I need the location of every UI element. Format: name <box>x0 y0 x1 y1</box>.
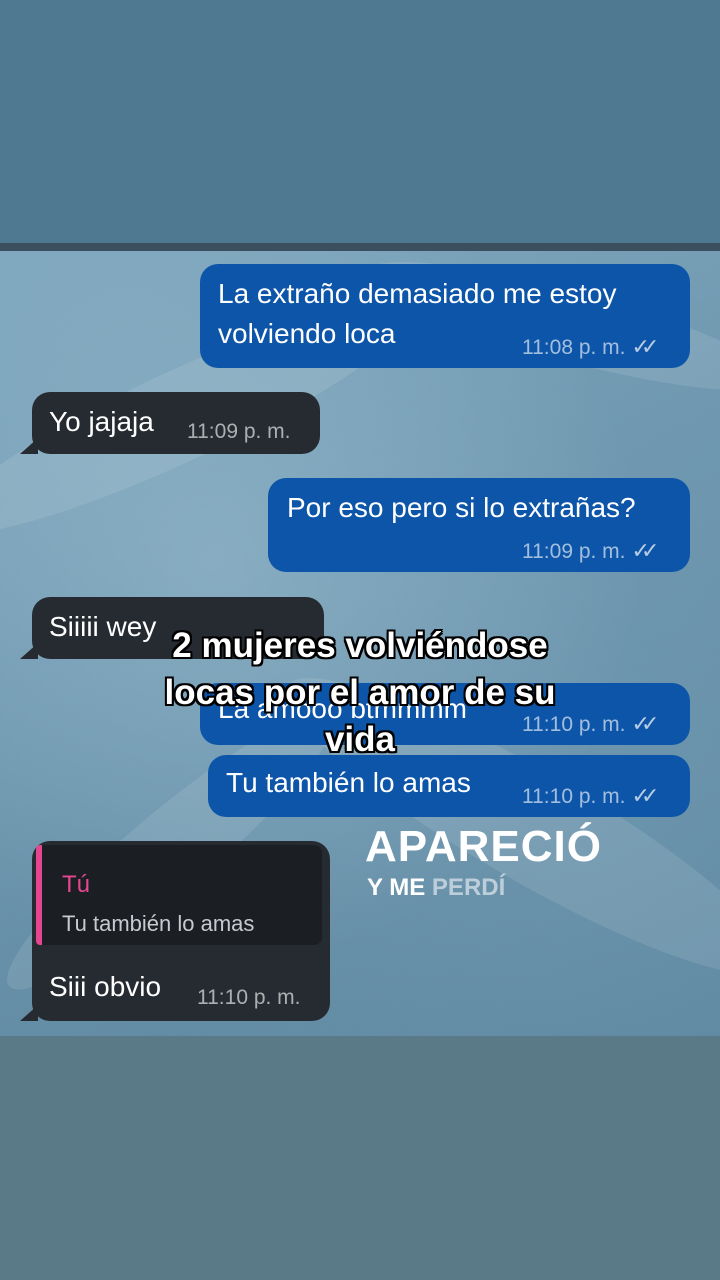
caption-line: vida <box>324 720 396 759</box>
bubble-tail <box>20 1005 38 1021</box>
message-time: 11:08 p. m. ✓✓ <box>522 334 660 360</box>
reply-accent-bar <box>36 845 42 945</box>
divider-bar <box>0 243 720 251</box>
sticker-subtitle-faded: PERDÍ <box>431 874 506 901</box>
caption-line: locas por el amor de su <box>164 673 556 712</box>
message-bubble-incoming[interactable]: Yo jajaja 11:09 p. m. <box>32 392 320 454</box>
double-check-icon: ✓✓ <box>631 783 660 808</box>
message-bubble-outgoing[interactable]: Tu también lo amas 11:10 p. m. ✓✓ <box>208 755 690 817</box>
message-time: 11:10 p. m. ✓✓ <box>522 783 660 809</box>
video-caption: 2 mujeres volviéndose locas por el amor … <box>150 622 570 763</box>
message-time: 11:09 p. m. <box>187 420 291 443</box>
sticker-title: APARECIÓ <box>365 822 602 871</box>
message-text: Yo jajaja <box>49 406 154 437</box>
reply-text: Tu también lo amas <box>62 911 255 936</box>
message-text: Siiiii wey <box>49 611 157 642</box>
message-time: 11:09 p. m. ✓✓ <box>522 538 660 564</box>
time-label: 11:08 p. m. <box>522 336 626 359</box>
message-text: Por eso pero si lo extrañas? <box>287 492 636 523</box>
time-label: 11:10 p. m. <box>522 785 626 808</box>
double-check-icon: ✓✓ <box>631 538 660 563</box>
message-text: Tu también lo amas <box>226 767 471 798</box>
message-bubble-incoming-reply[interactable]: Tú Tu también lo amas Siii obvio 11:10 p… <box>32 841 330 1021</box>
reply-author: Tú <box>62 871 91 898</box>
caption-line: 2 mujeres volviéndose <box>172 626 548 665</box>
bottom-blank-area <box>0 1036 720 1280</box>
bubble-tail <box>20 643 38 659</box>
double-check-icon: ✓✓ <box>631 334 660 359</box>
sticker-subtitle: Y ME PERDÍ <box>367 874 505 902</box>
message-text: Siii obvio <box>49 971 162 1002</box>
time-label: 11:09 p. m. <box>522 540 626 563</box>
message-text: La extraño demasiado me estoy <box>218 278 617 309</box>
sticker-subtitle-part: Y ME <box>367 874 432 901</box>
top-blank-area <box>0 0 720 245</box>
message-bubble-outgoing[interactable]: La extraño demasiado me estoy volviendo … <box>200 264 690 368</box>
message-time: 11:10 p. m. <box>197 986 301 1009</box>
bubble-tail <box>20 438 38 454</box>
message-text: volviendo loca <box>218 318 396 349</box>
message-bubble-outgoing[interactable]: Por eso pero si lo extrañas? 11:09 p. m.… <box>268 478 690 572</box>
quoted-reply[interactable]: Tú Tu también lo amas <box>36 845 322 945</box>
double-check-icon: ✓✓ <box>631 711 660 736</box>
